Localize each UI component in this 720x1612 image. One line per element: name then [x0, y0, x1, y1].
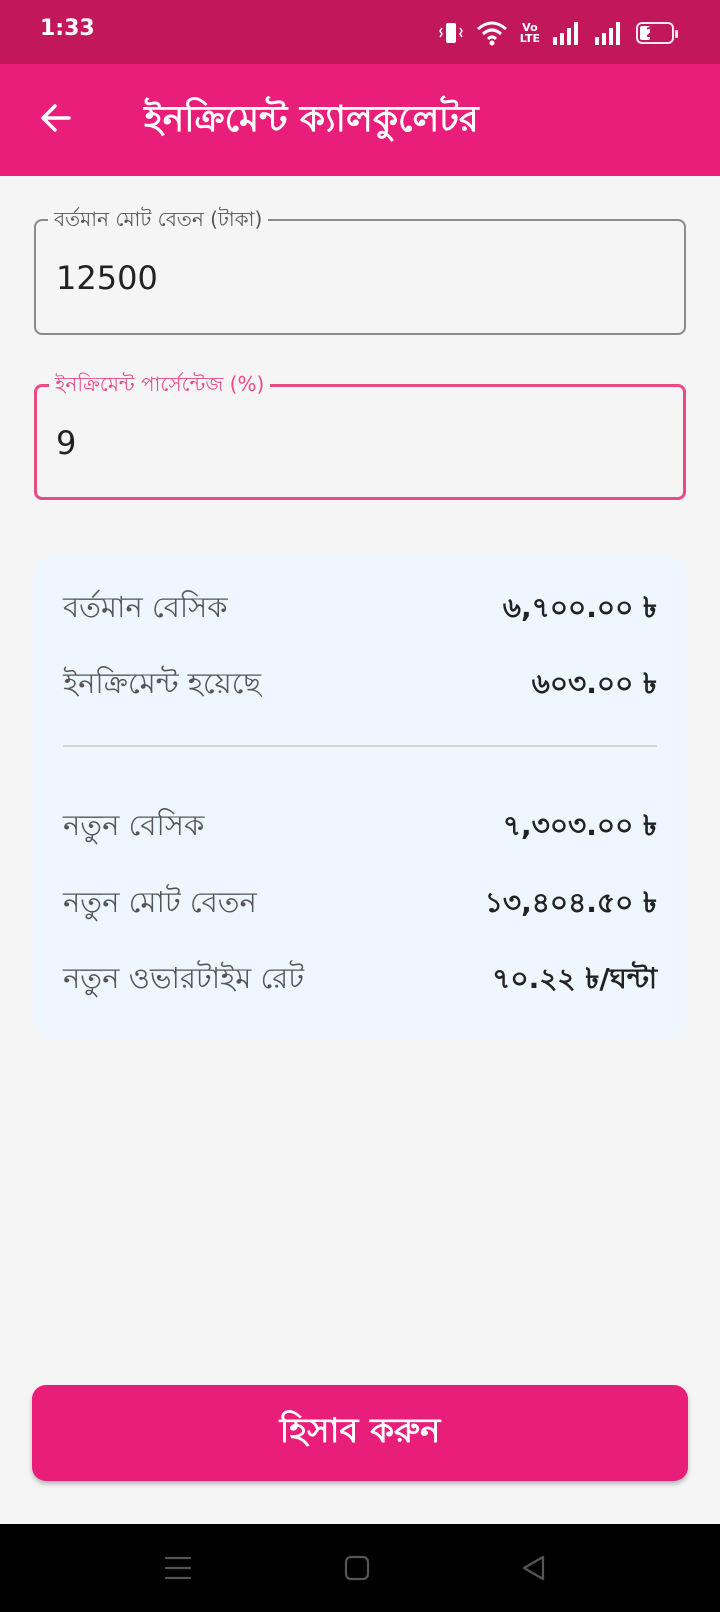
- signal-icon: [552, 21, 582, 45]
- arrow-back-icon: [39, 101, 73, 139]
- salary-input[interactable]: 12500: [56, 259, 158, 297]
- status-bar: 1:33 Vo LTE 22: [0, 0, 720, 64]
- system-nav-bar: [0, 1524, 720, 1612]
- battery-icon: 22: [636, 22, 678, 44]
- home-button[interactable]: [337, 1550, 377, 1590]
- home-icon: [344, 1555, 370, 1585]
- new-total-label: নতুন মোট বেতন: [63, 884, 257, 919]
- result-row-current-basic: বর্তমান বেসিক ৬,৭০০.০০ ৳: [63, 587, 657, 631]
- result-row-increment-amount: ইনক্রিমেন্ট হয়েছে ৬০৩.০০ ৳: [63, 663, 657, 707]
- increment-amount-label: ইনক্রিমেন্ট হয়েছে: [63, 665, 261, 700]
- overtime-rate-value: ৭০.২২ ৳/ঘন্টা: [492, 961, 657, 995]
- signal-icon: [594, 21, 624, 45]
- result-row-overtime-rate: নতুন ওভারটাইম রেট ৭০.২২ ৳/ঘন্টা: [63, 958, 657, 1002]
- increment-field-label: ইনক্রিমেন্ট পার্সেন্টেজ (%): [49, 372, 271, 396]
- calculate-button[interactable]: হিসাব করুন: [32, 1385, 688, 1481]
- system-back-button[interactable]: [514, 1550, 554, 1590]
- wifi-icon: [476, 20, 508, 46]
- increment-input[interactable]: 9: [56, 424, 76, 462]
- increment-amount-value: ৬০৩.০০ ৳: [531, 666, 657, 700]
- volte-bottom-label: LTE: [519, 32, 540, 45]
- overtime-rate-label: নতুন ওভারটাইম রেট: [63, 960, 305, 995]
- new-total-value: ১৩,৪০৪.৫০ ৳: [484, 885, 657, 919]
- recent-apps-button[interactable]: [158, 1550, 198, 1590]
- battery-level: 22: [645, 25, 665, 41]
- increment-percentage-field[interactable]: ইনক্রিমেন্ট পার্সেন্টেজ (%) 9: [34, 372, 686, 500]
- current-basic-label: বর্তমান বেসিক: [63, 589, 228, 624]
- salary-field-label: বর্তমান মোট বেতন (টাকা): [48, 207, 269, 231]
- salary-field[interactable]: বর্তমান মোট বেতন (টাকা) 12500: [34, 207, 686, 335]
- result-row-new-basic: নতুন বেসিক ৭,৩০৩.০০ ৳: [63, 805, 657, 849]
- current-basic-value: ৬,৭০০.০০ ৳: [502, 590, 657, 624]
- new-basic-label: নতুন বেসিক: [63, 807, 205, 842]
- menu-icon: [164, 1555, 192, 1585]
- new-basic-value: ৭,৩০৩.০০ ৳: [502, 808, 657, 842]
- result-divider: [63, 745, 657, 747]
- back-button[interactable]: [28, 92, 84, 148]
- result-card: বর্তমান বেসিক ৬,৭০০.০০ ৳ ইনক্রিমেন্ট হয়…: [33, 555, 687, 1039]
- status-icons: Vo LTE 22: [438, 18, 678, 48]
- volte-icon: Vo LTE: [520, 22, 540, 44]
- vibrate-icon: [438, 20, 464, 46]
- triangle-back-icon: [521, 1555, 547, 1585]
- result-row-new-total: নতুন মোট বেতন ১৩,৪০৪.৫০ ৳: [63, 882, 657, 926]
- status-time: 1:33: [40, 16, 95, 41]
- app-bar: ইনক্রিমেন্ট ক্যালকুলেটর: [0, 64, 720, 176]
- page-title: ইনক্রিমেন্ট ক্যালকুলেটর: [144, 99, 479, 140]
